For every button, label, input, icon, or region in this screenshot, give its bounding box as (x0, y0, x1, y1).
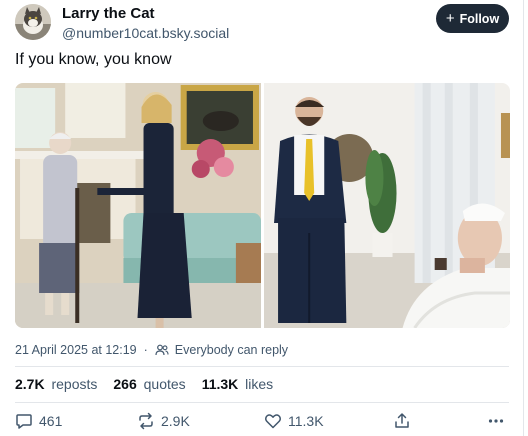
reply-setting[interactable]: Everybody can reply (175, 343, 288, 357)
reposts-count: 2.7K (15, 376, 45, 392)
like-count: 11.3K (288, 413, 324, 429)
repost-icon (139, 412, 153, 430)
reposts-label: reposts (51, 376, 98, 392)
post-media (15, 83, 510, 328)
meta-separator: · (143, 343, 148, 357)
divider-bottom (15, 402, 509, 403)
repost-count: 2.9K (161, 413, 190, 429)
reposts-stat[interactable]: 2.7K reposts (15, 376, 97, 392)
post-timestamp[interactable]: 21 April 2025 at 12:19 (15, 343, 137, 357)
follow-button[interactable]: + Follow (436, 4, 509, 33)
likes-label: likes (245, 376, 274, 392)
quotes-count: 266 (113, 376, 137, 392)
heart-icon (265, 414, 281, 429)
share-button[interactable] (393, 412, 411, 430)
photo-right-image (264, 83, 510, 328)
likes-count: 11.3K (201, 376, 239, 392)
reply-button[interactable]: 461 (15, 412, 62, 430)
post-card: Larry the Cat @number10cat.bsky.social +… (0, 0, 524, 436)
quotes-label: quotes (143, 376, 186, 392)
author-handle[interactable]: @number10cat.bsky.social (62, 25, 229, 41)
photo-right[interactable] (264, 83, 510, 328)
post-header: Larry the Cat @number10cat.bsky.social +… (15, 4, 509, 44)
avatar[interactable] (15, 4, 51, 40)
photo-left-image (15, 83, 261, 328)
cat-avatar-icon (15, 4, 51, 40)
repost-button[interactable]: 2.9K (137, 412, 190, 430)
post-meta: 21 April 2025 at 12:19 · Everybody can r… (15, 343, 288, 357)
divider-top (15, 366, 509, 367)
photo-left[interactable] (15, 83, 261, 328)
follow-label: Follow (459, 11, 500, 26)
reply-icon (16, 414, 32, 429)
like-button[interactable]: 11.3K (264, 412, 324, 430)
post-text: If you know, you know (15, 51, 172, 68)
more-options-button[interactable] (487, 412, 505, 430)
quotes-stat[interactable]: 266 quotes (113, 376, 185, 392)
plus-icon: + (445, 10, 455, 27)
share-icon (395, 413, 409, 428)
author-display-name[interactable]: Larry the Cat (62, 5, 155, 22)
more-options-icon (488, 419, 504, 423)
reply-count: 461 (39, 413, 63, 429)
likes-stat[interactable]: 11.3K likes (202, 376, 274, 392)
post-actions: 461 2.9K 11.3K (15, 412, 509, 434)
post-stats: 2.7K reposts 266 quotes 11.3K likes (15, 376, 273, 392)
people-icon (155, 344, 169, 356)
